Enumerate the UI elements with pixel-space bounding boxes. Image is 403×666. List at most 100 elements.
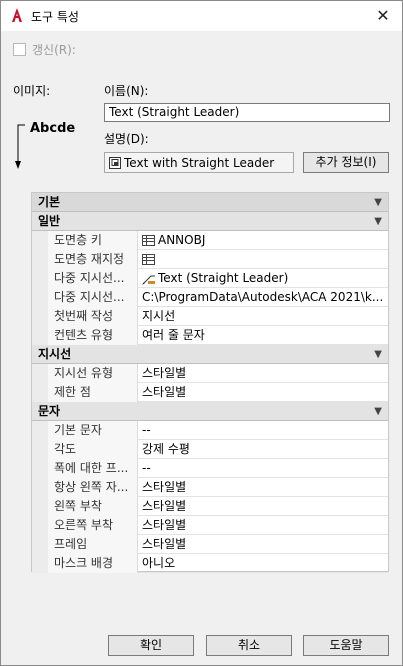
- copy-icon: [109, 156, 121, 169]
- property-name: 컨텐츠 유형: [48, 326, 138, 345]
- property-row[interactable]: 도면층 재지정: [32, 250, 388, 269]
- property-value[interactable]: 스타일별: [138, 364, 388, 383]
- property-row[interactable]: 기본 문자 --: [32, 421, 388, 440]
- property-value[interactable]: 스타일별: [138, 383, 388, 402]
- refresh-checkbox[interactable]: 갱신(R):: [13, 41, 76, 58]
- close-icon[interactable]: ✕: [372, 5, 394, 27]
- property-row[interactable]: 폭에 대한 프... --: [32, 459, 388, 478]
- collapse-arrow-icon[interactable]: ▼: [374, 402, 382, 421]
- property-name: 기본 문자: [48, 421, 138, 440]
- help-button[interactable]: 도움말: [303, 635, 389, 656]
- category-section[interactable]: 일반 ▼: [32, 212, 388, 231]
- property-value-text: 스타일별: [142, 385, 187, 399]
- table-icon: [142, 254, 155, 265]
- property-name: 도면층 키: [48, 231, 138, 250]
- property-value-text: 스타일별: [142, 518, 187, 532]
- property-name: 각도: [48, 440, 138, 459]
- property-row[interactable]: 각도 강제 수평: [32, 440, 388, 459]
- image-label: 이미지:: [13, 84, 51, 98]
- property-name: 프레임: [48, 535, 138, 554]
- property-value-text: 스타일별: [142, 537, 187, 551]
- property-row[interactable]: 항상 왼쪽 자... 스타일별: [32, 478, 388, 497]
- name-label: 이름(N):: [104, 84, 149, 98]
- leader-icon: [142, 275, 155, 285]
- category-label: 기본: [38, 195, 61, 209]
- property-row[interactable]: 도면층 키 ANNOBJ: [32, 231, 388, 250]
- property-name: 항상 왼쪽 자...: [48, 478, 138, 497]
- property-value-text: 여러 줄 문자: [142, 328, 205, 342]
- checkbox-box[interactable]: [13, 43, 26, 56]
- more-info-button[interactable]: 추가 정보(I): [303, 152, 389, 173]
- property-row[interactable]: 오른쪽 부착 스타일별: [32, 516, 388, 535]
- tool-properties-dialog: 도구 특성 ✕ 갱신(R): 이미지: Abcde 이름(N): Text (S…: [0, 0, 403, 666]
- description-label: 설명(D):: [104, 132, 149, 146]
- property-row[interactable]: 왼쪽 부착 스타일별: [32, 497, 388, 516]
- category-label: 지시선: [38, 347, 72, 361]
- collapse-arrow-icon[interactable]: ▼: [374, 193, 382, 212]
- description-field[interactable]: Text with Straight Leader: [104, 152, 294, 173]
- property-value-text: 강제 수평: [142, 442, 190, 456]
- collapse-arrow-icon[interactable]: ▼: [374, 345, 382, 364]
- row-gutter: [32, 250, 48, 269]
- row-gutter: [32, 459, 48, 478]
- property-value[interactable]: 스타일별: [138, 478, 388, 497]
- property-row[interactable]: 다중 지시선... Text (Straight Leader): [32, 269, 388, 288]
- category-basic[interactable]: 기본 ▼: [32, 193, 388, 212]
- property-value-text: --: [142, 423, 151, 437]
- property-value-text: ANNOBJ: [158, 233, 206, 247]
- property-row[interactable]: 프레임 스타일별: [32, 535, 388, 554]
- description-value: Text with Straight Leader: [124, 155, 275, 170]
- property-value-text: 스타일별: [142, 480, 187, 494]
- property-value[interactable]: C:\ProgramData\Autodesk\ACA 2021\k...: [138, 288, 388, 307]
- category-section[interactable]: 지시선 ▼: [32, 345, 388, 364]
- property-row[interactable]: 컨텐츠 유형 여러 줄 문자: [32, 326, 388, 345]
- property-value[interactable]: 강제 수평: [138, 440, 388, 459]
- row-gutter: [32, 535, 48, 554]
- property-value[interactable]: 스타일별: [138, 497, 388, 516]
- property-value[interactable]: 지시선: [138, 307, 388, 326]
- property-value-text: Text (Straight Leader): [158, 271, 289, 285]
- cancel-button[interactable]: 취소: [206, 635, 292, 656]
- property-value[interactable]: 여러 줄 문자: [138, 326, 388, 345]
- row-gutter: [32, 288, 48, 307]
- property-value-text: 아니오: [142, 556, 176, 570]
- property-value-text: 스타일별: [142, 366, 187, 380]
- property-value[interactable]: 스타일별: [138, 516, 388, 535]
- property-row[interactable]: 첫번째 작성 지시선: [32, 307, 388, 326]
- property-value[interactable]: ANNOBJ: [138, 231, 388, 250]
- property-row[interactable]: 제한 점 스타일별: [32, 383, 388, 402]
- window-title: 도구 특성: [31, 10, 79, 24]
- table-icon: [142, 235, 155, 246]
- property-value[interactable]: 아니오: [138, 554, 388, 573]
- property-row[interactable]: 지시선 유형 스타일별: [32, 364, 388, 383]
- property-value[interactable]: --: [138, 421, 388, 440]
- row-gutter: [32, 554, 48, 573]
- autocad-a-icon: [12, 8, 22, 22]
- row-gutter: [32, 497, 48, 516]
- property-value[interactable]: Text (Straight Leader): [138, 269, 388, 288]
- property-value[interactable]: 스타일별: [138, 535, 388, 554]
- property-value-text: 스타일별: [142, 499, 187, 513]
- property-name: 마스크 배경: [48, 554, 138, 573]
- property-grid[interactable]: 기본 ▼ 일반 ▼ 도면층 키 ANNOBJ 도면층 재지정 다중 지시선... Text (S…: [31, 192, 389, 573]
- category-section[interactable]: 문자 ▼: [32, 402, 388, 421]
- property-row[interactable]: 마스크 배경 아니오: [32, 554, 388, 573]
- category-label: 일반: [38, 214, 61, 228]
- property-name: 오른쪽 부착: [48, 516, 138, 535]
- row-gutter: [32, 307, 48, 326]
- row-gutter: [32, 516, 48, 535]
- row-gutter: [32, 383, 48, 402]
- property-value[interactable]: --: [138, 459, 388, 478]
- property-name: 폭에 대한 프...: [48, 459, 138, 478]
- property-value-text: --: [142, 461, 151, 475]
- row-gutter: [32, 231, 48, 250]
- ok-button[interactable]: 확인: [108, 635, 194, 656]
- collapse-arrow-icon[interactable]: ▼: [374, 212, 382, 231]
- property-row[interactable]: 다중 지시선... C:\ProgramData\Autodesk\ACA 202…: [32, 288, 388, 307]
- property-name: 제한 점: [48, 383, 138, 402]
- property-value[interactable]: [138, 250, 388, 269]
- row-gutter: [32, 326, 48, 345]
- name-field[interactable]: Text (Straight Leader): [104, 103, 390, 122]
- row-gutter: [32, 440, 48, 459]
- property-name: 다중 지시선...: [48, 288, 138, 307]
